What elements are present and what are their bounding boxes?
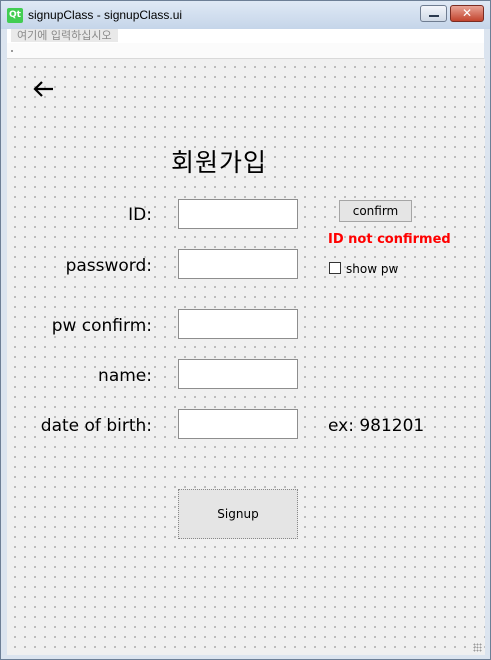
app-window: Qt signupClass - signupClass.ui ✕ 여기에 입력… xyxy=(0,0,491,660)
window-title: signupClass - signupClass.ui xyxy=(28,8,183,22)
title-bar[interactable]: Qt signupClass - signupClass.ui ✕ xyxy=(1,1,490,29)
confirm-button[interactable]: confirm xyxy=(339,200,412,222)
qt-logo-icon: Qt xyxy=(7,8,23,23)
id-status-text: ID not confirmed xyxy=(328,232,451,247)
dob-example-text: ex: 981201 xyxy=(328,416,425,436)
id-label: ID: xyxy=(128,205,152,225)
show-pw-checkbox[interactable] xyxy=(329,262,341,274)
signup-button[interactable]: Signup xyxy=(178,489,298,539)
toolbar xyxy=(7,43,484,59)
name-label: name: xyxy=(98,366,152,386)
password-label: password: xyxy=(65,256,152,276)
close-button[interactable]: ✕ xyxy=(450,5,484,22)
pw-confirm-label: pw confirm: xyxy=(51,316,152,336)
minimize-icon xyxy=(429,15,439,17)
resize-grip[interactable] xyxy=(473,643,482,652)
name-field[interactable] xyxy=(178,359,298,389)
password-field[interactable] xyxy=(178,249,298,279)
page-title: 회원가입 xyxy=(171,148,268,177)
menu-placeholder[interactable]: 여기에 입력하십시오 xyxy=(11,29,118,42)
form-canvas: 회원가입 ID: confirm ID not confirmed passwo… xyxy=(7,59,485,655)
dob-label: date of birth: xyxy=(40,416,152,436)
menu-bar: 여기에 입력하십시오 xyxy=(7,29,484,43)
back-arrow-icon[interactable] xyxy=(31,79,57,99)
minimize-button[interactable] xyxy=(420,5,447,22)
pw-confirm-field[interactable] xyxy=(178,309,298,339)
toolbar-handle[interactable] xyxy=(11,50,13,52)
close-icon: ✕ xyxy=(461,6,473,20)
show-pw-label[interactable]: show pw xyxy=(346,262,398,276)
dob-field[interactable] xyxy=(178,409,298,439)
id-field[interactable] xyxy=(178,199,298,229)
